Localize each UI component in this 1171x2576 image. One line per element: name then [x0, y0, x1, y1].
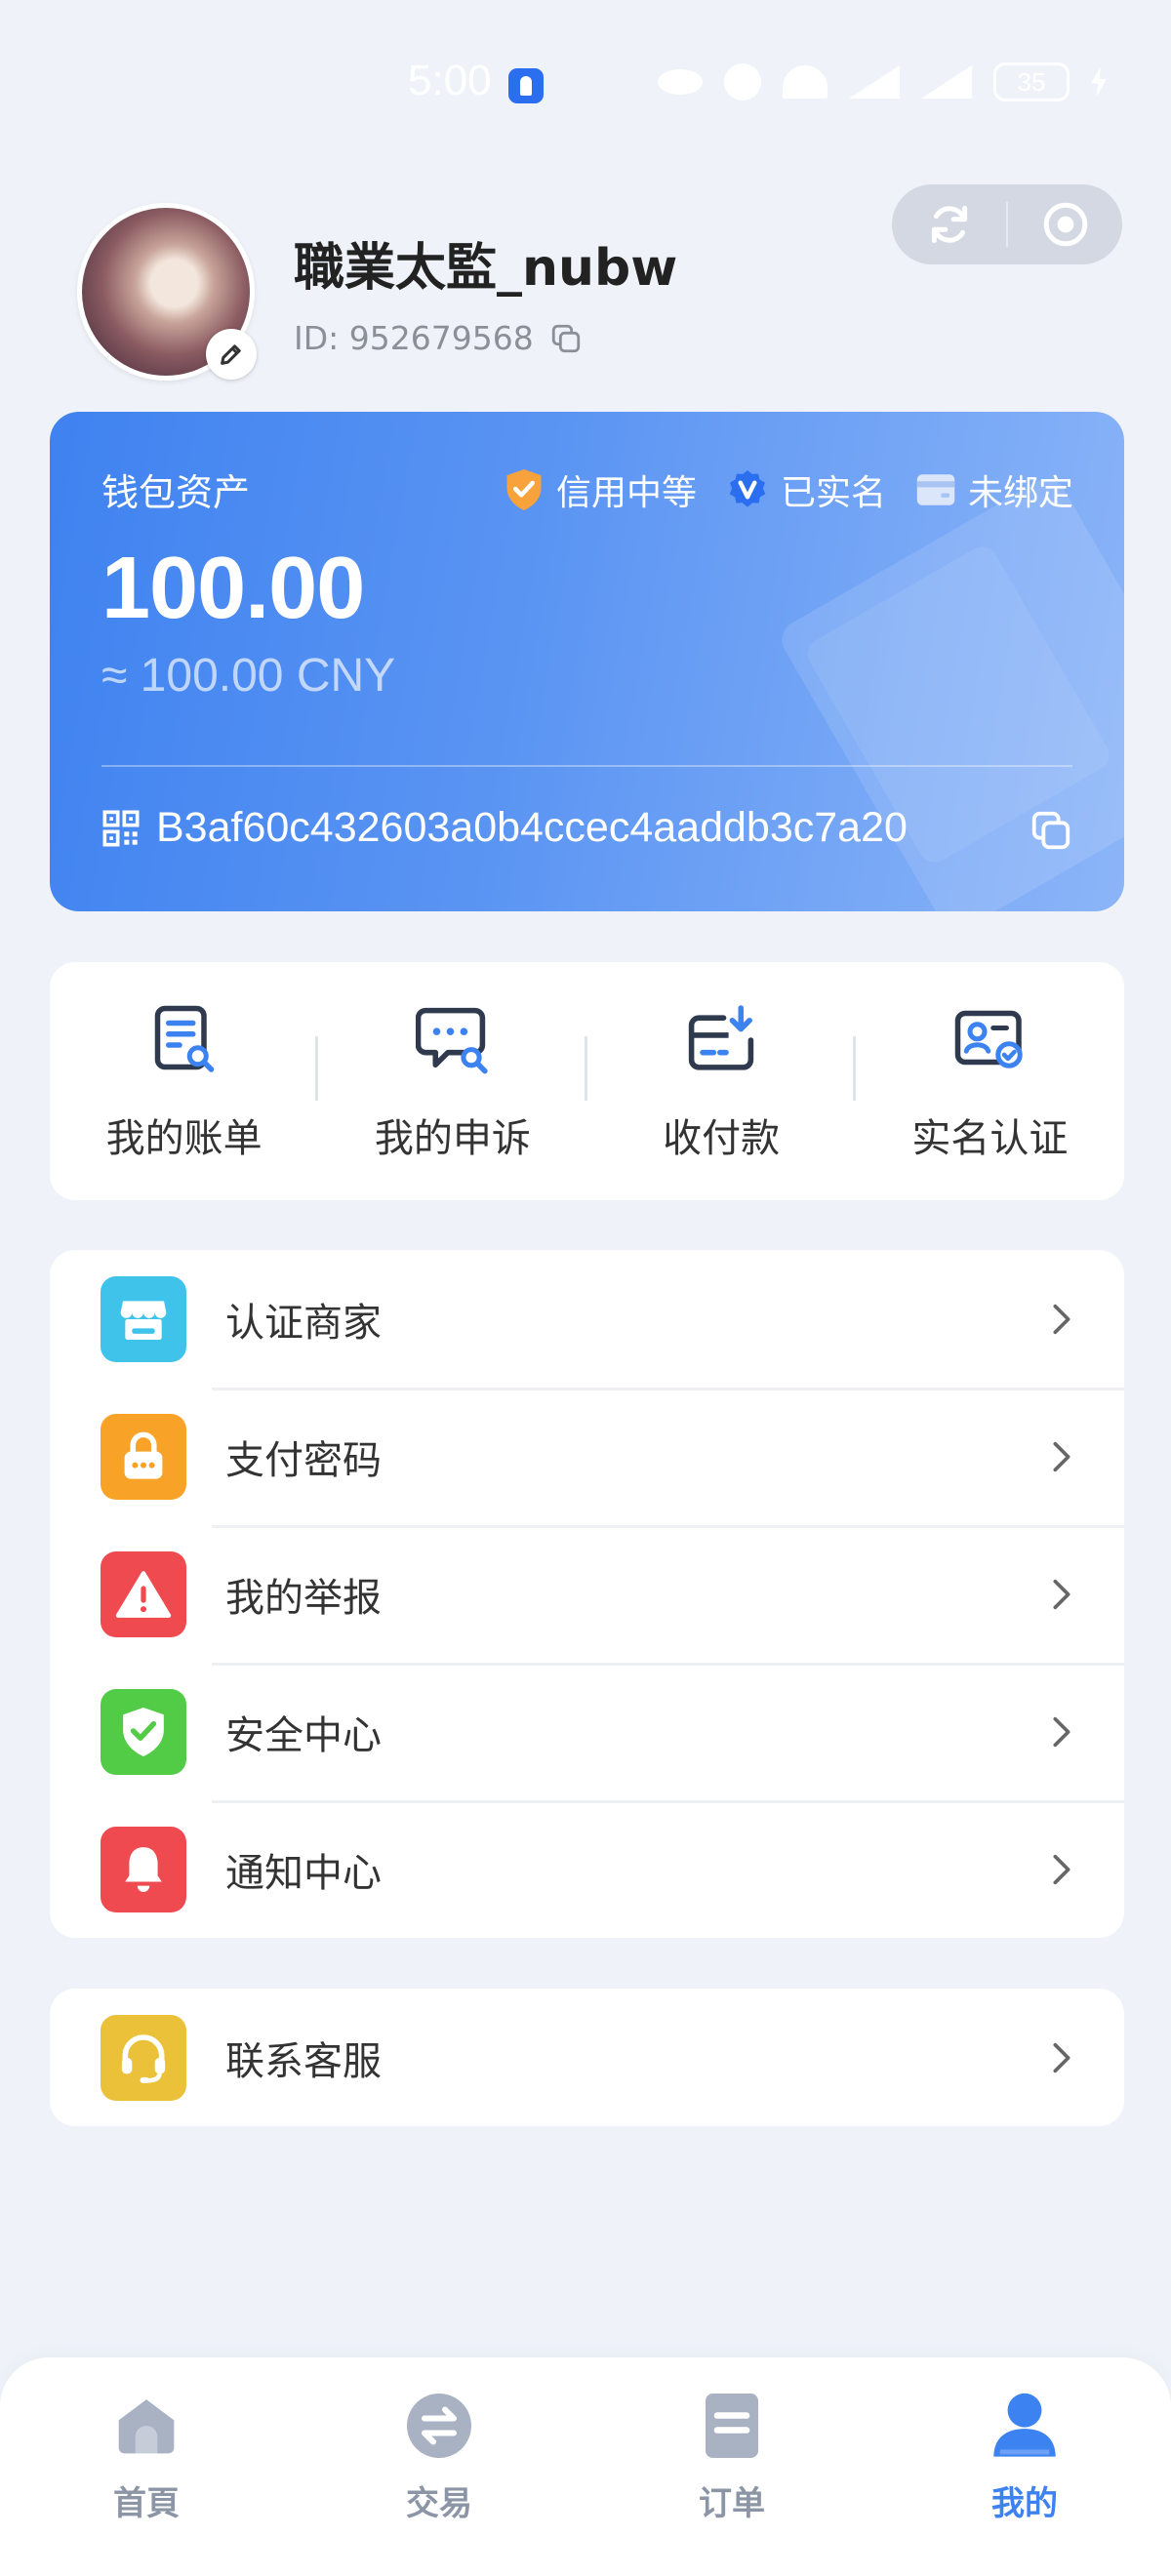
wifi-icon: [783, 65, 828, 99]
pencil-icon: [221, 344, 241, 365]
refresh-icon: [931, 205, 967, 244]
quick-action-label: 我的账单: [105, 1116, 262, 1161]
nav-home[interactable]: 首頁: [0, 2357, 293, 2576]
chevron-right-icon: [1053, 1716, 1070, 1747]
card-icon: [916, 474, 955, 505]
edit-avatar-button[interactable]: [206, 329, 257, 380]
wallet-divider: [101, 765, 1072, 767]
top-actions-pill: [892, 184, 1122, 264]
home-icon: [118, 2399, 175, 2454]
wallet-title: 钱包资产: [101, 471, 251, 514]
alarm-icon: [724, 63, 761, 101]
menu-item-my-reports[interactable]: 我的举报: [50, 1525, 1124, 1663]
charging-icon: [1091, 67, 1107, 97]
verified-badge-label: 已实名: [780, 473, 886, 513]
menu-item-label: 认证商家: [225, 1300, 382, 1346]
menu-item-notification-center[interactable]: 通知中心: [50, 1800, 1124, 1938]
quick-actions: 我的账单 我的申诉 收付款 实名认证: [50, 962, 1124, 1200]
chevron-right-icon: [1053, 1854, 1070, 1884]
status-icons: 35: [658, 62, 1107, 101]
shield-check-icon: [101, 1688, 186, 1775]
user-icon: [993, 2393, 1056, 2457]
nav-trade[interactable]: 交易: [293, 2357, 586, 2576]
menu-item-label: 通知中心: [225, 1850, 382, 1896]
chevron-right-icon: [1053, 1304, 1070, 1334]
wallet-balance-cny: ≈ 100.00 CNY: [101, 650, 396, 702]
record-button[interactable]: [1008, 184, 1122, 264]
menu-item-label: 联系客服: [225, 2038, 382, 2084]
shield-icon: [506, 469, 542, 510]
quick-action-my-appeals[interactable]: 我的申诉: [318, 962, 587, 1200]
notification-app-icon: [508, 68, 544, 103]
wallet-badges: 信用中等 已实名 未绑定: [504, 464, 1073, 515]
quick-action-my-bills[interactable]: 我的账单: [50, 962, 319, 1200]
payment-card-icon: [688, 1005, 754, 1070]
chevron-right-icon: [1053, 2042, 1070, 2073]
quick-action-label: 我的申诉: [374, 1116, 531, 1161]
copy-address-icon[interactable]: [1029, 808, 1073, 853]
verified-badge[interactable]: 已实名: [726, 464, 886, 515]
quick-action-payments[interactable]: 收付款: [587, 962, 856, 1200]
id-verify-icon: [955, 1010, 1024, 1068]
support-menu: 联系客服: [50, 1989, 1124, 2126]
chevron-right-icon: [1053, 1579, 1070, 1609]
headset-icon: [101, 2014, 186, 2101]
store-icon: [101, 1275, 186, 1362]
nav-label: 交易: [406, 2484, 472, 2523]
bill-search-icon: [154, 1005, 214, 1072]
menu-item-contact-support[interactable]: 联系客服: [50, 1989, 1124, 2126]
chevron-right-icon: [1053, 1441, 1070, 1471]
nav-label: 订单: [699, 2484, 765, 2523]
appeal-chat-icon: [415, 1007, 488, 1074]
verified-v-icon: [729, 469, 766, 507]
orders-icon: [706, 2394, 758, 2458]
nav-mine[interactable]: 我的: [878, 2357, 1171, 2576]
wallet-balance: 100.00: [101, 540, 365, 637]
wallet-address: B3af60c432603a0b4ccec4aaddb3c7a20: [156, 804, 908, 851]
lock-icon: [101, 1413, 186, 1500]
qr-code-icon[interactable]: [101, 809, 141, 848]
copy-id-icon[interactable]: [549, 322, 583, 355]
nav-label: 我的: [991, 2484, 1058, 2523]
wallet-address-row: B3af60c432603a0b4ccec4aaddb3c7a20: [101, 804, 908, 852]
unbound-badge-label: 未绑定: [967, 473, 1073, 513]
quick-action-real-name-verification[interactable]: 实名认证: [856, 962, 1124, 1200]
username: 職業太監_nubw: [294, 239, 678, 298]
warning-icon: [101, 1550, 186, 1637]
5g-signal-icon: [849, 65, 900, 99]
bottom-navigation: 首頁 交易 订单 我的: [0, 2357, 1171, 2576]
menu-item-label: 支付密码: [225, 1437, 382, 1483]
menu-item-security-center[interactable]: 安全中心: [50, 1663, 1124, 1800]
record-icon: [1043, 202, 1087, 247]
bell-icon: [101, 1826, 186, 1912]
quick-action-label: 实名认证: [911, 1116, 1069, 1161]
exchange-icon: [407, 2394, 471, 2458]
nav-label: 首頁: [113, 2484, 180, 2523]
unbound-badge[interactable]: 未绑定: [915, 464, 1073, 515]
status-bar: 5:00 35: [0, 0, 1171, 172]
menu-item-payment-password[interactable]: 支付密码: [50, 1388, 1124, 1525]
wallet-card[interactable]: 钱包资产 信用中等 已实名 未绑定 100.00 ≈ 100.00 CNY B3…: [50, 412, 1124, 911]
menu-item-label: 我的举报: [225, 1575, 382, 1621]
nav-orders[interactable]: 订单: [586, 2357, 878, 2576]
credit-badge-label: 信用中等: [555, 473, 697, 513]
eye-icon: [658, 69, 703, 95]
quick-action-label: 收付款: [663, 1116, 781, 1161]
settings-menu: 认证商家 支付密码 我的举报 安全中心 通知中心: [50, 1250, 1124, 1938]
battery-icon: 35: [993, 62, 1070, 101]
4g-signal-icon: [921, 65, 972, 99]
menu-item-label: 安全中心: [225, 1712, 382, 1758]
user-id: ID: 952679568: [294, 319, 534, 357]
user-id-row: ID: 952679568: [294, 319, 583, 357]
refresh-button[interactable]: [892, 184, 1006, 264]
credit-badge[interactable]: 信用中等: [504, 464, 697, 515]
menu-item-certified-merchant[interactable]: 认证商家: [50, 1250, 1124, 1388]
status-time: 5:00: [408, 57, 492, 104]
